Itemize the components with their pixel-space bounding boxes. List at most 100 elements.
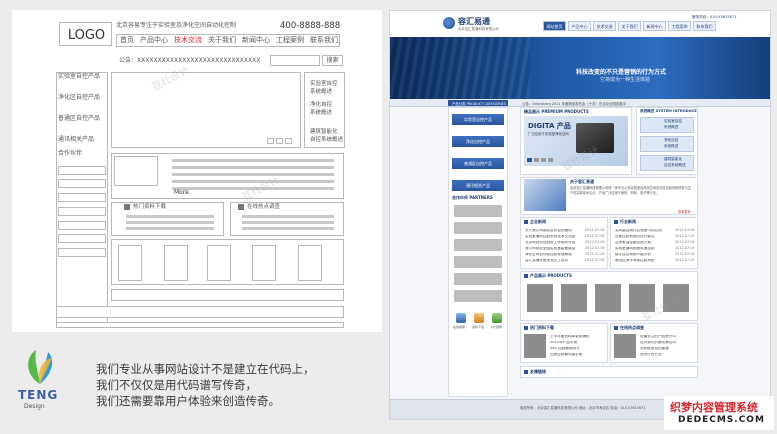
slide-dot[interactable] — [534, 158, 539, 162]
wireframe-banner-dot[interactable] — [276, 138, 283, 144]
service-icon[interactable] — [456, 313, 466, 323]
download-icon[interactable] — [474, 313, 484, 323]
wireframe-nav-about[interactable]: 关于我们 — [208, 37, 236, 46]
product-thumb[interactable] — [527, 284, 553, 312]
rendered-nav-news[interactable]: 新闻中心 — [643, 21, 666, 31]
wireframe-nav-tech[interactable]: 技术交流 — [174, 37, 202, 46]
wireframe-footer — [56, 306, 344, 318]
download-item[interactable]: 2012年产品手册 — [550, 341, 605, 345]
partner-logo[interactable] — [454, 239, 502, 251]
rendered-nav-tech[interactable]: 技术交流 — [593, 21, 616, 31]
recruit-icon[interactable] — [492, 313, 502, 323]
wireframe-product-thumb[interactable] — [164, 245, 188, 281]
banner-line-2: 它将成为一种生活体验 — [600, 77, 651, 83]
featured-title: 精品展示 PREMIUM PRODUCTS — [524, 109, 589, 114]
wireframe-feature-3-l1[interactable]: 建筑智能化 — [310, 129, 338, 136]
wireframe-nav-home[interactable]: 首页 — [120, 37, 134, 46]
partner-logo[interactable] — [454, 273, 502, 285]
system-item-3-l2: 自控系统概述 — [664, 163, 686, 167]
about-more-link[interactable]: 查看更多 — [678, 209, 691, 214]
wireframe-nav-contact[interactable]: 联系我们 — [310, 37, 338, 46]
wireframe-left-menu-1[interactable]: 实验室自控产品 — [58, 74, 100, 80]
survey-item[interactable]: 您对我们的服务满意吗 — [640, 341, 695, 345]
product-thumb[interactable] — [595, 284, 621, 312]
partner-logo[interactable] — [454, 256, 502, 268]
wireframe-feature-2-l2[interactable]: 系统概述 — [310, 110, 332, 117]
wireframe-left-menu-3[interactable]: 普通区自控产品 — [58, 116, 100, 122]
rendered-nav-products[interactable]: 产品中心 — [568, 21, 591, 31]
tech-item[interactable]: 医院洁净手术部控制系统 — [615, 259, 667, 263]
tech-title: 行业新闻 — [620, 219, 636, 224]
list-bullet-icon — [238, 204, 244, 210]
partner-logo[interactable] — [454, 205, 502, 217]
rendered-friend-links — [520, 366, 698, 378]
wireframe-left-menu-2[interactable]: 净化区自控产品 — [58, 95, 100, 101]
cms-watermark-name: 织梦内容管理系统 — [670, 401, 758, 414]
wireframe-feature-2-l1[interactable]: 净化自控 — [310, 102, 332, 109]
partner-logo[interactable] — [454, 290, 502, 302]
download-item[interactable]: 上半年度资料库更新通知 — [550, 335, 605, 339]
wireframe-partner-box — [58, 193, 106, 202]
rendered-nav-about[interactable]: 关于我们 — [618, 21, 641, 31]
rendered-panel-categories: 产品分类 PRODUCT CATEGORIES — [452, 102, 506, 106]
wireframe-nav-news[interactable]: 新闻中心 — [242, 37, 270, 46]
tech-item[interactable]: 变风量控制在实验室中的应用 — [615, 229, 667, 233]
news-item[interactable]: 北京地铁项目验收工作顺利完成 — [525, 241, 577, 245]
wireframe-partner-box — [58, 166, 106, 175]
wireframe-search-button[interactable]: 搜索 — [322, 55, 343, 66]
wireframe-nav-cases[interactable]: 工程案例 — [276, 37, 304, 46]
wireframe-search-input[interactable] — [270, 55, 320, 66]
wireframe-text-line — [172, 187, 334, 190]
tech-item[interactable]: 楼宇自控系统节能分析 — [615, 253, 667, 257]
tech-item[interactable]: 洁净室温湿度控制方案 — [615, 241, 667, 245]
rendered-nav-contact[interactable]: 联系我们 — [693, 21, 716, 31]
slide-dot[interactable] — [548, 158, 553, 162]
partner-logo[interactable] — [454, 222, 502, 234]
product-thumb[interactable] — [561, 284, 587, 312]
download-item[interactable]: VAV 控制器说明书 — [550, 347, 605, 351]
wireframe-product-thumb[interactable] — [252, 245, 276, 281]
download-item[interactable]: 压差控制器安装手册 — [550, 353, 605, 357]
product-thumb[interactable] — [663, 284, 689, 312]
products-title: 产品展示 PRODUCTS — [530, 273, 572, 278]
wireframe-product-thumb[interactable] — [298, 245, 322, 281]
news-item[interactable]: 关于我公司新品发布会的通知 — [525, 229, 577, 233]
tech-item[interactable]: 实验室通风柜面风速控制 — [615, 247, 667, 251]
survey-item[interactable]: 您最关注的产品是什么 — [640, 335, 695, 339]
wireframe-feature-3-l2[interactable]: 自控系统概述 — [310, 137, 343, 144]
wireframe-logo: LOGO — [67, 28, 106, 43]
wireframe-nav-products[interactable]: 产品中心 — [140, 37, 168, 46]
tech-date: 2012-07-04 — [675, 234, 695, 238]
sidebar-cat-2[interactable]: 净化自控产品 — [452, 136, 504, 147]
survey-item[interactable]: 您获取信息的渠道 — [640, 347, 695, 351]
wireframe-partner-box — [58, 221, 106, 230]
survey-item[interactable]: 您所在的行业 — [640, 353, 695, 357]
news-item[interactable]: 实验室通风控制系统技术交流会 — [525, 235, 577, 239]
slide-dot[interactable] — [527, 158, 532, 162]
news-item[interactable]: 净化空间自动化控制标准解读 — [525, 253, 577, 257]
rendered-nav-cases[interactable]: 工程案例 — [668, 21, 691, 31]
wireframe-feature-1-l1[interactable]: 实验室自控 — [310, 81, 338, 88]
wireframe-product-thumb[interactable] — [118, 245, 142, 281]
rendered-design-panel: 容汇易通 北京容汇易通科技有限公司 服务热线：010-53615871 网站首页… — [389, 10, 771, 420]
wireframe-more-link[interactable]: More. — [174, 189, 191, 196]
wireframe-left-menu-4[interactable]: 通讯相关产品 — [58, 137, 94, 143]
wireframe-product-thumb[interactable] — [207, 245, 231, 281]
sidebar-cat-1[interactable]: 实验室自控产品 — [452, 114, 504, 125]
slide-dot[interactable] — [541, 158, 546, 162]
wireframe-company-line: 北京容易专注于实验室及净化空间自动化控制 — [116, 22, 237, 29]
news-item[interactable]: 我公司参加全国实验室装备展会 — [525, 247, 577, 251]
wireframe-banner-dot[interactable] — [285, 138, 292, 144]
product-thumb[interactable] — [629, 284, 655, 312]
news-date: 2012-07-04 — [585, 240, 605, 244]
about-title: 关于容汇易通 — [570, 179, 594, 184]
wireframe-banner-dot[interactable] — [267, 138, 274, 144]
rendered-nav-home[interactable]: 网站首页 — [543, 21, 566, 31]
wireframe-left-menu-5[interactable]: 合作伙伴 — [58, 151, 82, 157]
news-item[interactable]: 容汇易通年度优秀员工表彰 — [525, 259, 577, 263]
section-bullet-icon — [614, 326, 618, 330]
wireframe-feature-1-l2[interactable]: 系统概述 — [310, 89, 332, 96]
tech-item[interactable]: 压差控制系统的设计要点 — [615, 235, 667, 239]
sidebar-cat-4[interactable]: 通讯相关产品 — [452, 180, 504, 191]
sidebar-cat-3[interactable]: 普通区自控产品 — [452, 158, 504, 169]
